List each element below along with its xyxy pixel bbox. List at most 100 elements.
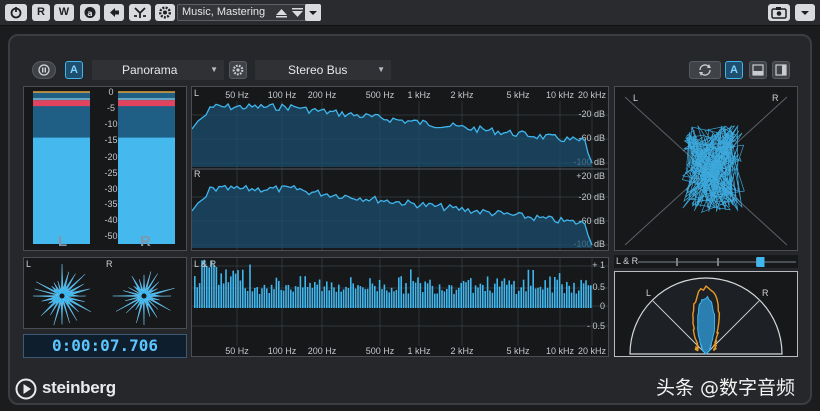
lr-bar bbox=[326, 281, 328, 308]
lr-bar bbox=[414, 282, 417, 308]
lr-bar bbox=[299, 276, 302, 308]
lr-bar bbox=[352, 283, 354, 308]
lr-bar bbox=[518, 290, 520, 308]
preset-menu-button[interactable] bbox=[305, 4, 321, 21]
write-automation-button[interactable]: W bbox=[54, 4, 74, 21]
panorama-display bbox=[629, 277, 783, 355]
scope-trace bbox=[681, 125, 745, 213]
lr-bar bbox=[314, 282, 316, 308]
lr-bar bbox=[465, 282, 467, 308]
lr-bar bbox=[530, 285, 532, 308]
reset-button[interactable] bbox=[689, 61, 721, 79]
lr-bar bbox=[542, 289, 544, 308]
spectrum-freq-label: 100 Hz bbox=[268, 90, 297, 100]
power-button[interactable] bbox=[5, 4, 27, 21]
preset-down-icon[interactable] bbox=[291, 7, 304, 19]
lr-bar bbox=[340, 291, 342, 308]
preset-up-icon[interactable] bbox=[275, 7, 288, 19]
module-settings-button[interactable] bbox=[229, 61, 247, 79]
lr-bar bbox=[386, 290, 388, 308]
sidechain-button[interactable] bbox=[129, 4, 151, 21]
lr-bar bbox=[563, 293, 566, 308]
auto-scale-a-button[interactable]: A bbox=[65, 61, 83, 79]
lr-bar bbox=[249, 264, 251, 308]
lr-bar bbox=[208, 267, 210, 308]
module-selector[interactable]: Panorama ▼ bbox=[92, 60, 224, 80]
bus-selector[interactable]: Stereo Bus ▼ bbox=[255, 60, 391, 80]
spectrum-bottom-channel: R bbox=[194, 169, 201, 179]
lr-bar bbox=[410, 269, 412, 308]
preset-selector[interactable]: Music, Mastering bbox=[177, 4, 321, 21]
lr-bar bbox=[510, 284, 513, 308]
lr-bar bbox=[554, 277, 556, 308]
spectrum-freq-label: 200 Hz bbox=[308, 90, 337, 100]
layout-right-button[interactable] bbox=[772, 61, 790, 79]
bypass-icon: a bbox=[84, 7, 96, 18]
lr-bar bbox=[558, 273, 561, 308]
spectrum-freq-label: 2 kHz bbox=[450, 90, 474, 100]
lr-bar bbox=[546, 287, 549, 308]
lr-bar bbox=[311, 287, 314, 308]
time-display: 0:00:07.706 bbox=[23, 334, 187, 358]
refresh-icon bbox=[699, 64, 711, 76]
lr-bar bbox=[575, 293, 578, 308]
scope-right-label: R bbox=[772, 93, 779, 103]
arrow-left-icon bbox=[110, 8, 119, 17]
spectrum-display: 50 Hz 100 Hz 200 Hz 500 Hz 1 kHz 2 kHz 5 kHz 10… bbox=[191, 90, 608, 250]
pause-button[interactable] bbox=[32, 61, 56, 79]
lr-bar bbox=[266, 288, 268, 308]
lr-bar bbox=[426, 283, 429, 308]
bypass-button[interactable]: a bbox=[80, 4, 100, 21]
meter-scale-label: -40 bbox=[104, 215, 117, 225]
read-automation-button[interactable]: R bbox=[32, 4, 50, 21]
lr-bar bbox=[405, 283, 407, 308]
host-menu-button[interactable] bbox=[795, 4, 815, 21]
lr-bar bbox=[328, 290, 330, 308]
left-meter-label: L bbox=[58, 233, 68, 250]
lr-bar bbox=[321, 291, 323, 308]
lr-bar bbox=[242, 269, 244, 308]
lr-scale-label: 0.5 bbox=[592, 282, 605, 292]
right-peak-indicator bbox=[118, 100, 175, 107]
lr-bar bbox=[438, 284, 441, 308]
lr-bar bbox=[501, 280, 503, 308]
lr-bar bbox=[374, 285, 376, 308]
lr-bar bbox=[525, 291, 527, 308]
pause-icon bbox=[38, 64, 50, 76]
lr-bar bbox=[268, 293, 270, 308]
spectrum-db-label: -20 dB bbox=[578, 109, 605, 119]
correlation-label: L & R bbox=[616, 256, 639, 266]
lr-bar bbox=[434, 293, 436, 308]
layout-bottom-button[interactable] bbox=[749, 61, 767, 79]
previous-button[interactable] bbox=[104, 4, 124, 21]
lr-bar bbox=[333, 287, 335, 308]
correlation-meter: L & R bbox=[614, 255, 798, 268]
left-meter-fill bbox=[33, 137, 90, 244]
settings-button[interactable] bbox=[155, 4, 175, 21]
lr-bar bbox=[230, 276, 232, 308]
phase-scope-display bbox=[33, 263, 175, 326]
lr-bar bbox=[458, 287, 460, 308]
lr-bar bbox=[362, 287, 364, 308]
phase-right-label: R bbox=[106, 259, 113, 269]
lr-bar bbox=[302, 287, 304, 308]
lr-bar bbox=[450, 285, 453, 308]
snapshot-button[interactable] bbox=[768, 4, 790, 21]
lr-spectrum-display: + 1 0.5 0 - 0.5 50 Hz 100 Hz 200 Hz 500 Hz 1 kHz… bbox=[192, 258, 608, 356]
lr-bar bbox=[198, 283, 201, 308]
lr-bar bbox=[537, 287, 539, 308]
lr-bar bbox=[294, 286, 297, 308]
lr-bar bbox=[539, 286, 542, 308]
lr-bar bbox=[376, 291, 378, 308]
lr-bar bbox=[424, 281, 426, 308]
layout-a-button[interactable]: A bbox=[725, 61, 743, 79]
spectrum-freq-label: 50 Hz bbox=[225, 90, 249, 100]
spectrum-db-label: +20 dB bbox=[576, 171, 605, 181]
lr-bar bbox=[220, 273, 222, 308]
panel-right-icon bbox=[775, 64, 787, 76]
spectrum-freq-label: 20 kHz bbox=[578, 90, 607, 100]
lr-bar bbox=[400, 276, 402, 308]
meter-scale-label: -10 bbox=[104, 119, 117, 129]
lr-bar bbox=[282, 290, 285, 308]
lr-bar bbox=[431, 285, 434, 308]
